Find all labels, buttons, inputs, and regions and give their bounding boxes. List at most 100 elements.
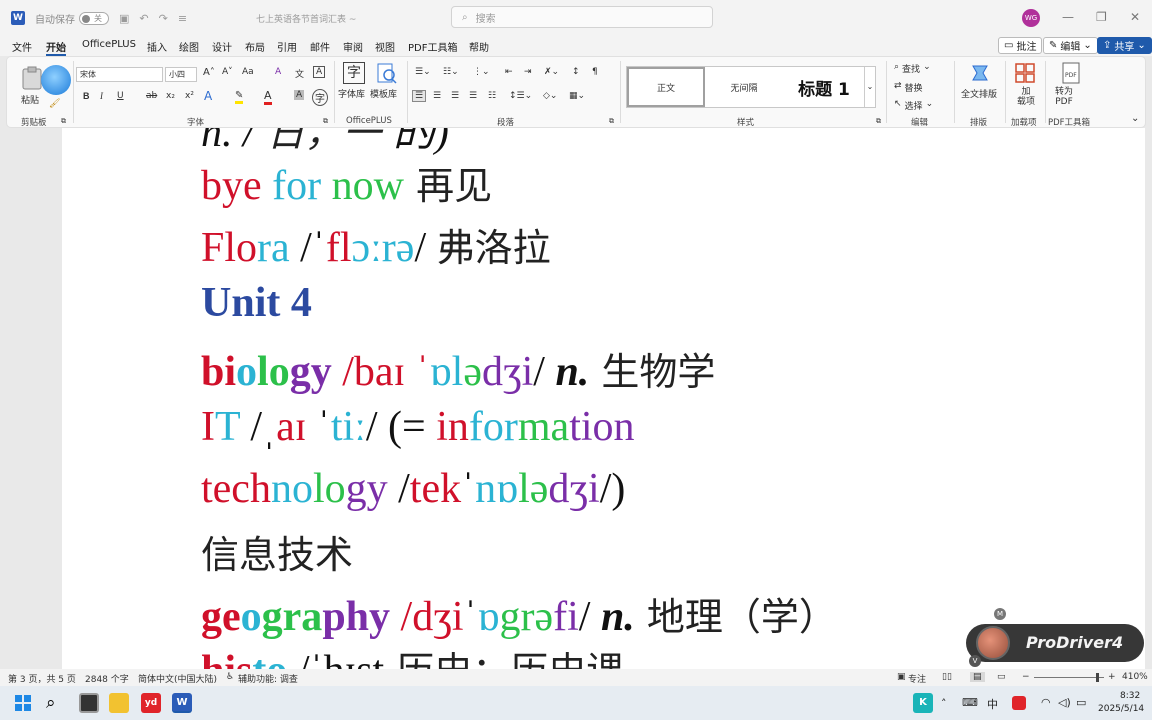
font-color-icon[interactable]: A [264, 89, 272, 105]
zoom-level[interactable]: 410% [1122, 672, 1148, 682]
align-left-icon[interactable]: ☰ [412, 90, 427, 102]
sogou-icon[interactable] [1012, 696, 1026, 710]
justify-icon[interactable]: ☰ [469, 91, 477, 101]
char-shading-icon[interactable]: A [294, 90, 305, 100]
italic-button[interactable]: I [100, 91, 103, 101]
format-painter-icon[interactable] [41, 65, 71, 95]
start-icon[interactable] [13, 693, 33, 713]
find-button[interactable]: ⌕ 查找 ⌄ [894, 62, 931, 75]
accessibility-status[interactable]: 辅助功能: 调查 [238, 672, 298, 685]
align-right-icon[interactable]: ☰ [451, 91, 459, 101]
close-icon[interactable]: ✕ [1130, 10, 1140, 24]
language-status[interactable]: 简体中文(中国大陆) [138, 672, 217, 685]
focus-icon[interactable]: ▣ [897, 672, 906, 682]
ime-indicator[interactable]: 中 [987, 696, 998, 712]
volume-icon[interactable]: ◁) [1058, 696, 1071, 709]
decrease-indent-icon[interactable]: ⇤ [505, 67, 513, 77]
show-marks-icon[interactable]: ¶ [592, 67, 598, 77]
tab-references[interactable]: 引用 [277, 39, 297, 54]
tab-review[interactable]: 审阅 [343, 39, 363, 54]
focus-label[interactable]: 专注 [908, 672, 926, 685]
word-count[interactable]: 2848 个字 [85, 672, 129, 685]
tab-file[interactable]: 文件 [12, 39, 32, 54]
web-layout-icon[interactable]: ▭ [997, 672, 1006, 682]
zoom-slider-thumb[interactable] [1096, 673, 1099, 682]
tab-home[interactable]: 开始 [46, 39, 66, 56]
sort-icon[interactable]: ↕ [572, 67, 580, 77]
tab-view[interactable]: 视图 [375, 39, 395, 54]
wifi-icon[interactable]: ◠ [1041, 696, 1051, 709]
word-taskbar-icon[interactable]: W [172, 693, 192, 713]
share-button[interactable]: ⇪ 共享 ⌄ [1097, 37, 1152, 54]
align-center-icon[interactable]: ☰ [433, 91, 441, 101]
distributed-icon[interactable]: ☷ [488, 91, 496, 101]
document-line[interactable]: Flora /ˈflɔːrə/ 弗洛拉 [201, 217, 551, 272]
redo-icon[interactable]: ↷ [159, 12, 168, 25]
font-dialog-launcher-icon[interactable]: ⧉ [323, 117, 328, 126]
zoom-in-icon[interactable]: + [1108, 672, 1116, 682]
save-icon[interactable]: ▣ [119, 12, 129, 25]
zoom-out-icon[interactable]: − [1022, 672, 1030, 682]
paragraph-dialog-launcher-icon[interactable]: ⧉ [609, 117, 614, 126]
style-no-spacing[interactable]: 无间隔 [707, 67, 781, 107]
tab-mailings[interactable]: 邮件 [310, 39, 330, 54]
subscript-button[interactable]: x₂ [166, 91, 175, 101]
tab-layout[interactable]: 布局 [245, 39, 265, 54]
file-explorer-icon[interactable] [109, 693, 129, 713]
zoom-slider[interactable] [1034, 673, 1104, 682]
style-normal[interactable]: 正文 [627, 67, 705, 107]
clock-time[interactable]: 8:32 [1120, 691, 1140, 701]
tab-draw[interactable]: 绘图 [179, 39, 199, 54]
highlight-icon[interactable]: ✎ [235, 90, 244, 104]
font-library-button[interactable]: 字 字体库 [338, 62, 369, 110]
format-painter-brush-icon[interactable]: 🖌 [49, 99, 60, 109]
editing-mode-button[interactable]: ✎ 编辑 ⌄ [1043, 37, 1098, 54]
clock-date[interactable]: 2025/5/14 [1098, 704, 1144, 714]
undo-icon[interactable]: ↶ [139, 12, 148, 25]
autosave-toggle[interactable]: 关 [79, 11, 109, 25]
collapse-ribbon-icon[interactable]: ⌄ [1131, 113, 1139, 124]
dialog-launcher-icon[interactable]: ⧉ [61, 117, 66, 126]
font-name-select[interactable]: 宋体 [76, 67, 163, 82]
document-page[interactable]: n. / 日，一 的) bye for now 再见 Flora /ˈflɔːrə… [62, 128, 1145, 669]
print-layout-icon[interactable]: ▤ [970, 672, 985, 682]
tab-pdf-toolbox[interactable]: PDF工具箱 [408, 39, 457, 54]
increase-indent-icon[interactable]: ⇥ [524, 67, 532, 77]
customize-icon[interactable]: ≡ [178, 12, 187, 25]
shading-icon[interactable]: ◇⌄ [543, 91, 557, 101]
search-icon[interactable]: ⌕ [46, 693, 66, 713]
page-count[interactable]: 第 3 页，共 5 页 [8, 672, 76, 685]
styles-dialog-launcher-icon[interactable]: ⧉ [876, 117, 881, 126]
minimize-icon[interactable]: — [1062, 10, 1074, 24]
task-view-icon[interactable] [79, 693, 99, 713]
borders-icon[interactable]: ▦⌄ [569, 91, 585, 101]
phonetic-guide-icon[interactable]: 文 [295, 67, 304, 80]
read-mode-icon[interactable]: ▯▯ [942, 672, 952, 682]
document-line[interactable]: bye for now 再见 [201, 155, 492, 210]
search-input[interactable]: ⌕ 搜索 [451, 6, 713, 28]
tab-help[interactable]: 帮助 [469, 39, 489, 54]
styles-more-icon[interactable]: ⌄ [864, 67, 875, 107]
line-spacing-icon[interactable]: ↕☰⌄ [509, 91, 532, 101]
document-title[interactable]: 七上英语各节首词汇表 ~ [256, 12, 356, 25]
bold-button[interactable]: B [83, 91, 90, 101]
select-button[interactable]: ↖ 选择 ⌄ [894, 99, 933, 112]
multilevel-list-icon[interactable]: ⋮⌄ [473, 67, 490, 77]
youdao-icon[interactable]: yd [141, 693, 161, 713]
document-line[interactable]: technology /tekˈnɒlədʒi/) [201, 465, 625, 513]
convert-pdf-button[interactable]: PDF 转为 PDF [1051, 62, 1091, 110]
document-line[interactable]: Unit 4 [201, 279, 312, 327]
battery-icon[interactable]: ▭ [1076, 696, 1086, 709]
document-line[interactable]: geography /dʒiˈɒgrəfi/ n. 地理（学） [201, 586, 837, 641]
font-size-select[interactable]: 小四 [165, 67, 197, 82]
superscript-button[interactable]: x² [185, 91, 194, 101]
style-heading-1[interactable]: 标题 1 [783, 67, 865, 107]
tab-officeplus[interactable]: OfficePLUS [82, 39, 136, 50]
tab-design[interactable]: 设计 [212, 39, 232, 54]
document-line[interactable]: biology /baɪ ˈɒlədʒi/ n. 生物学 [201, 341, 715, 396]
full-layout-button[interactable]: 全文排版 [960, 62, 1000, 110]
template-library-button[interactable]: 模板库 [370, 62, 401, 110]
clear-format-icon[interactable]: A [275, 67, 281, 77]
underline-button[interactable]: U [117, 91, 124, 101]
grow-font-icon[interactable]: A˄ [203, 67, 215, 78]
